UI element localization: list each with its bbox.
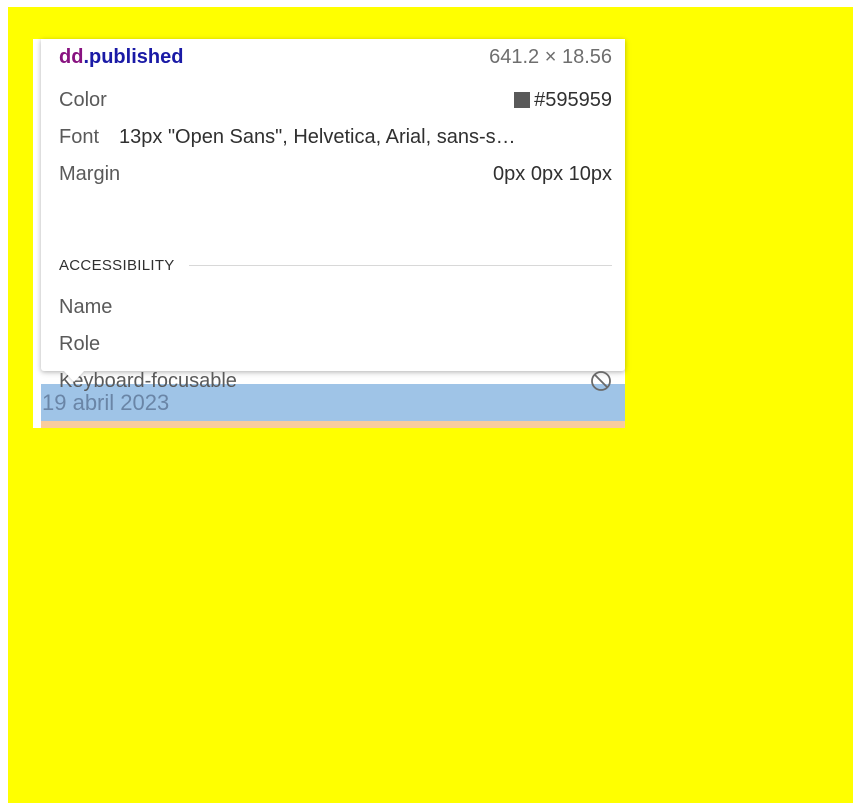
- color-value-group: #595959: [514, 89, 612, 112]
- keyboard-focusable-label: Keyboard-focusable: [59, 369, 237, 392]
- tag-class: .published: [83, 45, 184, 68]
- color-swatch: [514, 91, 531, 108]
- element-dimensions: 641.2 × 18.56: [489, 45, 612, 68]
- published-date: 19 abril 2023: [42, 390, 170, 415]
- role-label: Role: [59, 332, 101, 355]
- font-row: Font 13px "Open Sans", Helvetica, Arial,…: [59, 125, 612, 149]
- role-row: Role: [59, 332, 612, 356]
- section-divider: [188, 264, 612, 266]
- margin-overlay: [41, 421, 625, 428]
- color-value: #595959: [534, 88, 612, 111]
- tooltip-arrow: [64, 371, 84, 382]
- tooltip-title-row: dd.published 641.2 × 18.56: [59, 45, 612, 69]
- keyboard-focusable-row: Keyboard-focusable: [59, 369, 612, 393]
- name-label: Name: [59, 295, 113, 318]
- margin-row: Margin 0px 0px 10px: [59, 162, 612, 186]
- inspect-tooltip: dd.published 641.2 × 18.56 Color #595959…: [41, 39, 625, 392]
- accessibility-heading: ACCESSIBILITY: [59, 256, 175, 274]
- name-row: Name: [59, 295, 612, 319]
- not-allowed-icon: [590, 370, 612, 392]
- font-label: Font: [59, 125, 100, 148]
- tag-name: dd: [59, 45, 84, 68]
- font-value: 13px "Open Sans", Helvetica, Arial, sans…: [119, 125, 516, 148]
- color-label: Color: [59, 88, 107, 111]
- margin-value: 0px 0px 10px: [493, 162, 612, 185]
- color-row: Color #595959: [59, 88, 612, 112]
- margin-label: Margin: [59, 162, 121, 185]
- element-selector: dd.published: [59, 46, 183, 69]
- accessibility-section-header: ACCESSIBILITY: [59, 255, 612, 275]
